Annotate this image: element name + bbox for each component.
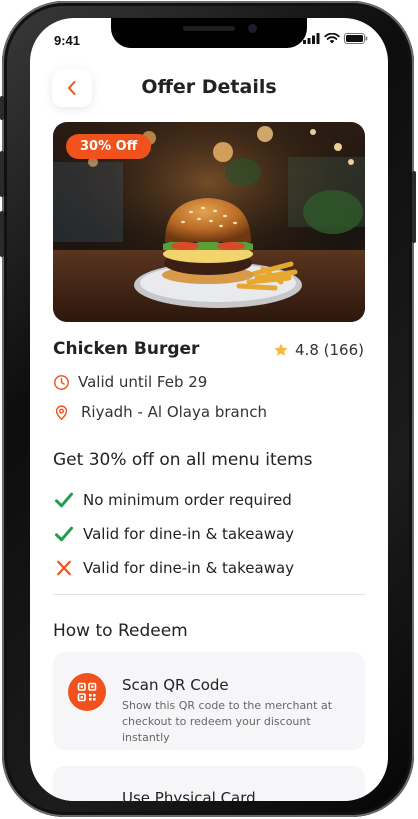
redeem-method-card[interactable]: Use Physical Card [53,766,365,801]
condition-text: Valid for dine-in & takeaway [83,559,295,577]
status-time: 9:41 [54,33,81,48]
offer-image: 30% Off [53,122,365,322]
app-screen: 9:41 Offer Details 30% Off Chicken Burge… [30,18,388,801]
redeem-method-title: Use Physical Card [122,789,256,801]
validity-row: Valid until Feb 29 [53,373,207,391]
battery-icon [344,33,368,44]
location-pin-icon [55,404,68,420]
offer-headline: Get 30% off on all menu items [53,450,313,470]
qr-code-icon [68,673,106,711]
section-divider [53,594,365,595]
redeem-method-title: Scan QR Code [122,676,229,694]
side-button [0,211,4,257]
wifi-icon [324,33,340,44]
side-button [412,171,416,243]
notch [111,18,307,48]
clock-icon [54,374,69,390]
offer-condition-item: Valid for dine-in & takeaway [53,524,294,544]
phone-frame: 9:41 Offer Details 30% Off Chicken Burge… [0,1,416,817]
speaker [183,26,235,31]
page-title: Offer Details [141,76,277,98]
star-icon [274,343,288,356]
front-camera [248,24,257,33]
check-icon [55,526,73,542]
check-icon [55,492,73,508]
status-icons [303,33,368,44]
cross-icon [57,560,71,576]
side-button [0,96,4,120]
rating-value: 4.8 (166) [295,341,364,359]
redeem-method-card[interactable]: Scan QR Code Show this QR code to the me… [53,652,365,750]
discount-badge: 30% Off [66,134,152,159]
offer-condition-item: Valid for dine-in & takeaway [53,558,294,578]
condition-text: Valid for dine-in & takeaway [83,525,295,543]
rating: 4.8 (166) [273,341,364,359]
condition-text: No minimum order required [83,491,292,509]
location-text: Riyadh - Al Olaya branch [81,403,267,421]
offer-condition-item: No minimum order required [53,490,292,510]
offer-name: Chicken Burger [53,339,200,359]
redeem-section-title: How to Redeem [53,621,188,641]
location-row: Riyadh - Al Olaya branch [53,403,267,421]
validity-text: Valid until Feb 29 [78,373,208,391]
redeem-method-description: Show this QR code to the merchant at che… [122,699,333,744]
side-button [0,151,4,197]
